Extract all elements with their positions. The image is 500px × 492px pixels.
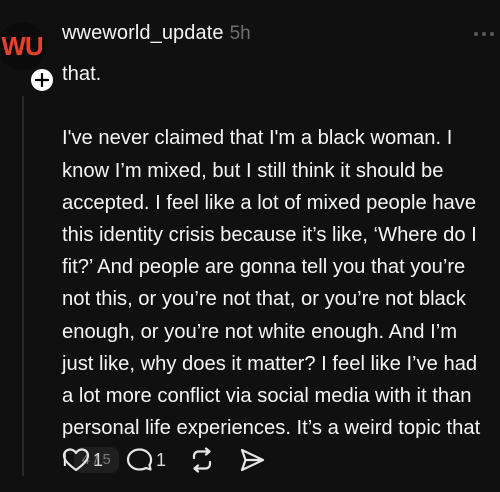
post-text-line: this identity crisis because it’s like, … (62, 223, 477, 246)
repost-icon (192, 447, 212, 473)
post-text-line: I've never claimed that I'm a black woma… (62, 127, 453, 150)
repost-button[interactable] (188, 447, 216, 473)
username[interactable]: wweworld_update (62, 22, 224, 45)
avatar-logo: WU (1, 30, 43, 61)
heart-icon (62, 448, 90, 472)
post-body: that. I've never claimed that I'm a blac… (62, 58, 500, 476)
comment-icon (126, 448, 153, 471)
post-text-line: personal life experiences. It’s a weird … (62, 417, 481, 440)
plus-icon (35, 73, 49, 87)
follow-button[interactable] (28, 66, 56, 94)
post-text-line: just like, why does it matter? I feel li… (62, 352, 478, 375)
like-count: 1 (93, 449, 104, 470)
reply-button[interactable]: 1 (125, 447, 166, 473)
post-text-line: that. (62, 63, 102, 85)
avatar-container[interactable]: WU (0, 22, 56, 94)
post-header: wweworld_update 5h (62, 22, 251, 52)
post-text-line: enough, or you’re not white enough. And … (62, 320, 458, 343)
share-button[interactable] (238, 447, 266, 473)
reply-count: 1 (156, 449, 167, 470)
like-button[interactable]: 1 (62, 447, 103, 473)
thread-connector-line (22, 96, 24, 476)
more-dots-icon[interactable] (472, 30, 496, 38)
timestamp: 5h (229, 23, 251, 44)
thread-post: WU wweworld_update 5h that. I've never c… (0, 0, 500, 492)
action-bar: 1 1 (62, 446, 288, 474)
post-text-line: a lot more conflict via social media wit… (62, 384, 472, 407)
post-text-line: accepted. I feel like a lot of mixed peo… (62, 191, 477, 214)
share-icon (240, 448, 265, 472)
avatar[interactable]: WU (0, 22, 46, 70)
post-text-line: know I’m mixed, but I still think it sho… (62, 159, 444, 182)
post-text-line: fit?’ And people are gonna tell you that… (62, 256, 466, 279)
post-text-line: not this, or you’re not that, or you’re … (62, 288, 466, 311)
